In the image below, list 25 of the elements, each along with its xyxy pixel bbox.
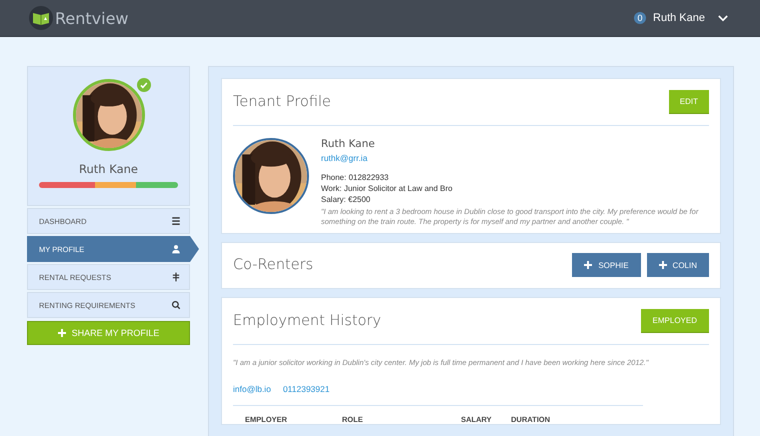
- card-title: Tenant Profile: [233, 94, 331, 110]
- plus-icon: [584, 261, 592, 269]
- plus-icon: [658, 261, 667, 269]
- phone-link[interactable]: 0112393921: [282, 384, 330, 394]
- list-icon: [171, 216, 181, 226]
- co-renter-button[interactable]: SOPHIE: [572, 253, 641, 277]
- signpost-icon: [171, 272, 181, 282]
- notification-count[interactable]: 0: [634, 12, 646, 24]
- detail-line: Phone: 012822933: [321, 173, 390, 182]
- book-logo-icon: [29, 6, 53, 30]
- tenant-name: Ruth Kane: [321, 138, 376, 150]
- plus-icon: [58, 329, 66, 337]
- card-title: Co-Renters: [233, 257, 314, 273]
- detail-line: Salary: €2500: [321, 195, 372, 204]
- detail-line: Work: Junior Solicitor at Law and Bro: [321, 184, 454, 193]
- co-renter-button[interactable]: COLIN: [646, 253, 709, 277]
- brand-name[interactable]: Rentview: [55, 8, 128, 28]
- email-link[interactable]: info@lb.io: [233, 384, 271, 394]
- email-link[interactable]: ruthk@grr.ia: [321, 153, 709, 163]
- user-name[interactable]: Ruth Kane: [653, 12, 705, 24]
- card-title: Employment History: [233, 312, 382, 328]
- profile-name: Ruth Kane: [79, 162, 138, 176]
- chevron-down-icon[interactable]: [718, 14, 728, 22]
- search-icon: [171, 300, 181, 310]
- person-icon: [171, 244, 181, 254]
